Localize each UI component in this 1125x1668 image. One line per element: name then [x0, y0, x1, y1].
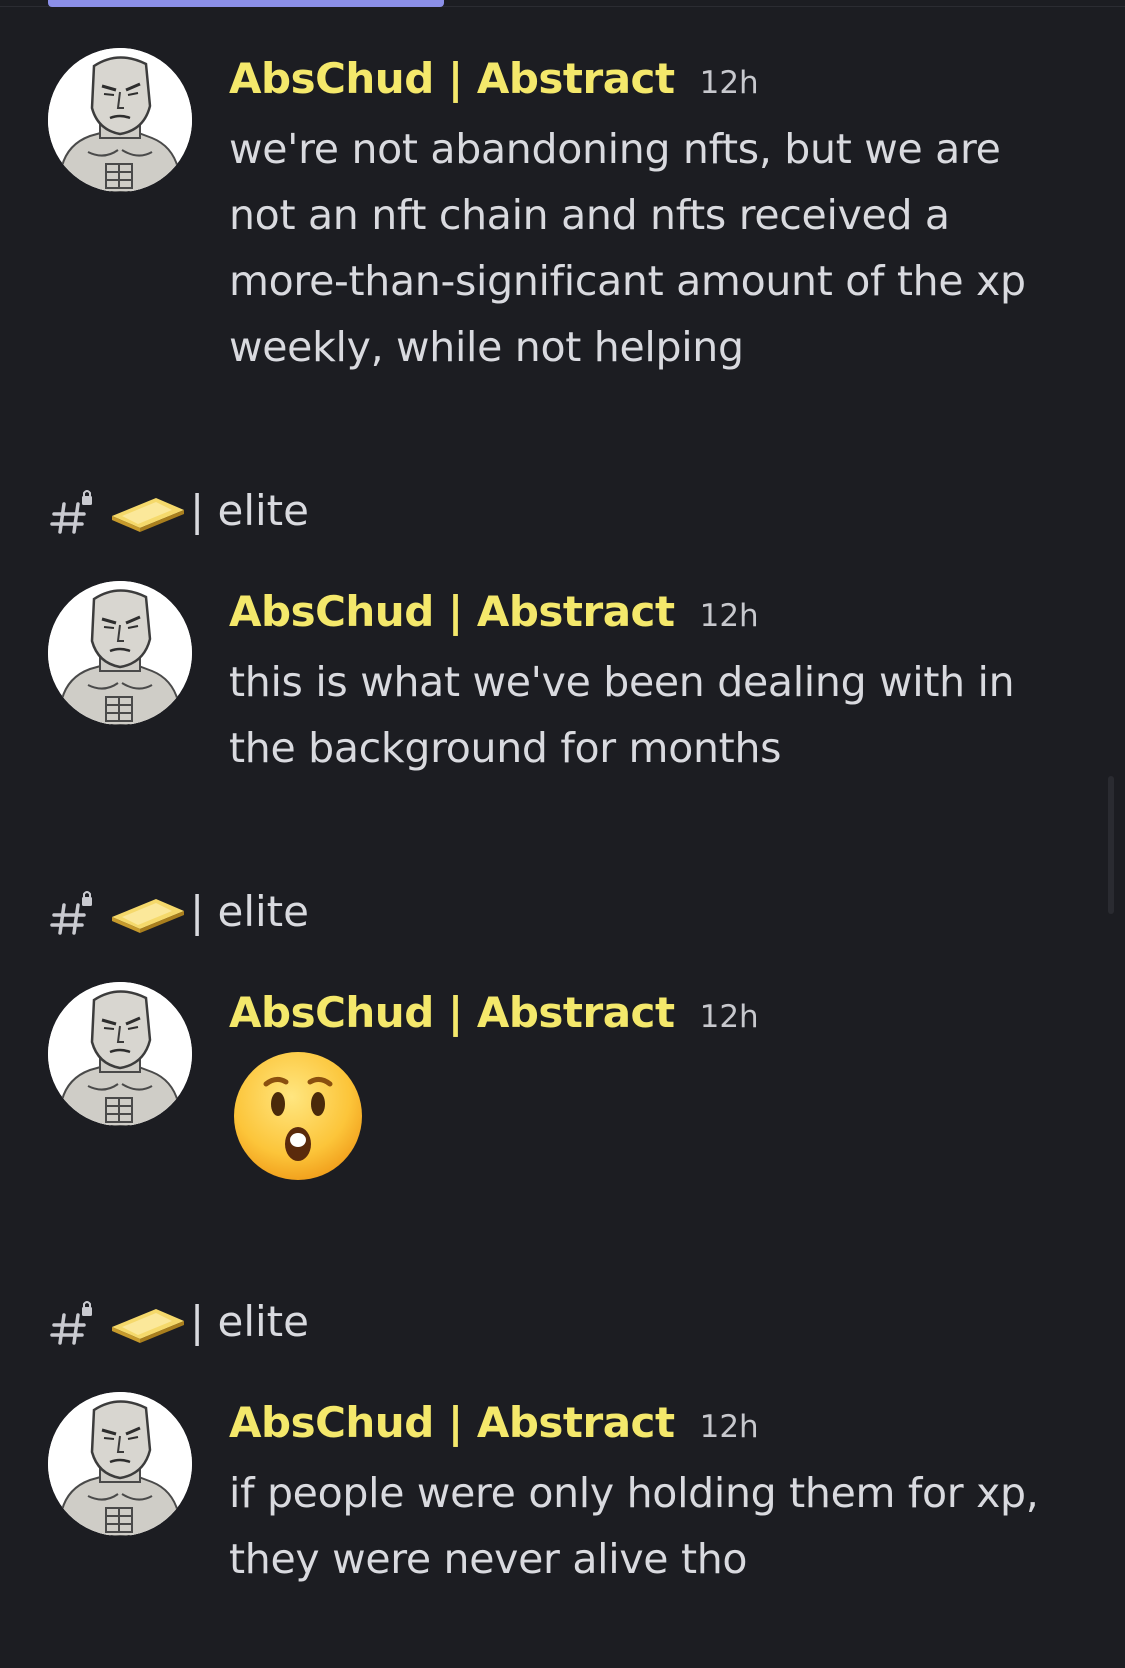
avatar[interactable] [48, 982, 192, 1126]
scrollbar[interactable] [1108, 776, 1114, 914]
avatar[interactable] [48, 581, 192, 725]
timestamp: 12h [699, 999, 759, 1035]
username[interactable]: AbsChud | Abstract [229, 988, 675, 1037]
channel-name: | elite [190, 887, 309, 936]
channel-link[interactable]: | elite [50, 883, 450, 943]
channel-name: | elite [190, 1297, 309, 1346]
message-header: AbsChud | Abstract 12h [229, 1398, 759, 1447]
timestamp: 12h [699, 1409, 759, 1445]
message-header: AbsChud | Abstract 12h [229, 988, 759, 1037]
locked-hash-icon [50, 889, 96, 935]
channel-link[interactable]: | elite [50, 482, 450, 542]
message-text: this is what we've been dealing with in … [229, 658, 1015, 772]
message-header: AbsChud | Abstract 12h [229, 54, 759, 103]
avatar[interactable] [48, 1392, 192, 1536]
message-header: AbsChud | Abstract 12h [229, 587, 759, 636]
channel-link[interactable]: | elite [50, 1293, 450, 1353]
username[interactable]: AbsChud | Abstract [229, 587, 675, 636]
message[interactable]: AbsChud | Abstract 12h we're not abandon… [0, 48, 1125, 371]
hushed-face-emoji[interactable] [232, 1050, 364, 1182]
username[interactable]: AbsChud | Abstract [229, 1398, 675, 1447]
timestamp: 12h [699, 598, 759, 634]
message-text: if people were only holding them for xp,… [229, 1469, 1039, 1583]
locked-hash-icon [50, 488, 96, 534]
username[interactable]: AbsChud | Abstract [229, 54, 675, 103]
channel-name: | elite [190, 486, 309, 535]
timestamp: 12h [699, 65, 759, 101]
avatar[interactable] [48, 48, 192, 192]
message[interactable]: AbsChud | Abstract 12h if people were on… [0, 1392, 1125, 1592]
locked-hash-icon [50, 1299, 96, 1345]
message-text: we're not abandoning nfts, but we are no… [229, 125, 1026, 371]
message[interactable]: AbsChud | Abstract 12h [0, 982, 1125, 1202]
message[interactable]: AbsChud | Abstract 12h this is what we'v… [0, 581, 1125, 781]
active-tab-indicator [48, 0, 444, 7]
